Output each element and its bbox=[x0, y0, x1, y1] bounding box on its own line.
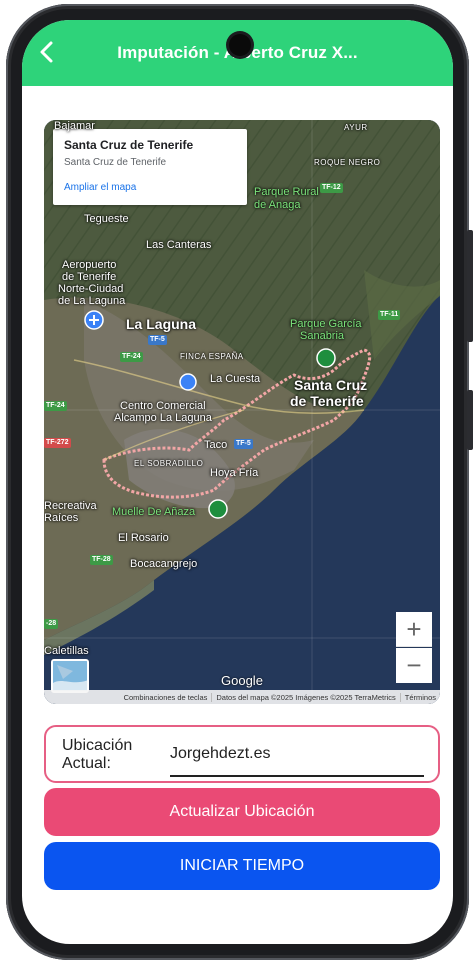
map-label: La Laguna bbox=[126, 316, 197, 332]
app-bar: Imputación - Alberto Cruz X... bbox=[22, 20, 453, 86]
info-card-title: Santa Cruz de Tenerife bbox=[64, 138, 194, 152]
zoom-in-button[interactable]: + bbox=[396, 612, 432, 647]
map-label: de Tenerife bbox=[62, 271, 117, 283]
update-location-button[interactable]: Actualizar Ubicación bbox=[44, 788, 440, 836]
volume-button bbox=[467, 230, 473, 342]
map-label: El Rosario bbox=[118, 532, 169, 544]
map-label: EL SOBRADILLO bbox=[134, 459, 204, 468]
road-sign: TF-11 bbox=[378, 310, 401, 320]
keyboard-shortcuts-link[interactable]: Combinaciones de teclas bbox=[120, 693, 212, 702]
phone-frame: Imputación - Alberto Cruz X... Santa Cru… bbox=[6, 4, 473, 960]
map-label: Tegueste bbox=[84, 213, 129, 225]
road-sign: TF-12 bbox=[320, 183, 343, 193]
map-label: Muelle De Añaza bbox=[112, 506, 196, 518]
road-sign: TF-28 bbox=[90, 555, 113, 565]
back-arrow-icon[interactable] bbox=[36, 38, 60, 66]
map-layer-thumbnail[interactable] bbox=[51, 659, 89, 693]
road-sign: TF-5 bbox=[148, 335, 167, 345]
map-label: Aeropuerto bbox=[62, 259, 117, 271]
map-label: Norte-Ciudad bbox=[58, 283, 124, 295]
map-label: Alcampo La Laguna bbox=[114, 412, 212, 424]
map-label: de La Laguna bbox=[58, 295, 126, 307]
satellite-layer-icon bbox=[53, 661, 87, 691]
map-label: Santa Cruz bbox=[294, 377, 368, 393]
power-button bbox=[467, 390, 473, 450]
map-label: FINCA ESPAÑA bbox=[180, 352, 244, 361]
map-label: de Tenerife bbox=[290, 393, 364, 409]
map-label: Caletillas bbox=[44, 645, 89, 657]
map-label: AYUR bbox=[344, 123, 368, 132]
screen: Imputación - Alberto Cruz X... Santa Cru… bbox=[22, 20, 453, 944]
road-sign: TF-272 bbox=[44, 438, 71, 448]
map-data-text: Datos del mapa ©2025 Imágenes ©2025 Terr… bbox=[211, 692, 399, 702]
road-sign: TF-24 bbox=[120, 352, 143, 362]
info-card-subtitle: Santa Cruz de Tenerife bbox=[64, 157, 167, 168]
location-input-underline bbox=[170, 775, 424, 777]
map-label: Sanabria bbox=[300, 330, 345, 342]
map-label: de Anaga bbox=[254, 199, 301, 211]
map-view[interactable]: Santa Cruz de Tenerife Santa Cruz de Ten… bbox=[44, 120, 440, 704]
google-logo: Google bbox=[221, 673, 263, 688]
map-label: Las Canteras bbox=[146, 239, 212, 251]
map-label: Bajamar bbox=[54, 120, 95, 132]
road-sign: -28 bbox=[44, 619, 59, 629]
enlarge-map-link[interactable]: Ampliar el mapa bbox=[64, 182, 236, 193]
map-label: Recreativa bbox=[44, 500, 97, 512]
map-label: Hoya Fría bbox=[210, 467, 259, 479]
location-card: Ubicación Actual: Jorgehdezt.es bbox=[44, 725, 440, 783]
front-camera bbox=[229, 34, 251, 56]
zoom-out-button[interactable]: − bbox=[396, 648, 432, 683]
map-label: Taco bbox=[204, 439, 228, 451]
terms-link[interactable]: Términos bbox=[399, 692, 440, 702]
location-input[interactable]: Jorgehdezt.es bbox=[170, 745, 271, 763]
map-label: ROQUE NEGRO bbox=[314, 158, 381, 167]
location-label: Ubicación Actual: bbox=[62, 737, 133, 772]
start-time-button[interactable]: INICIAR TIEMPO bbox=[44, 842, 440, 890]
road-sign: TF-24 bbox=[44, 401, 67, 411]
map-info-card: Santa Cruz de Tenerife Santa Cruz de Ten… bbox=[53, 129, 247, 205]
map-label: Parque García bbox=[290, 318, 362, 330]
map-label: Bocacangrejo bbox=[130, 558, 198, 570]
map-attribution: Combinaciones de teclas Datos del mapa ©… bbox=[44, 690, 440, 704]
map-label: La Cuesta bbox=[210, 373, 261, 385]
map-label: Parque Rural bbox=[254, 186, 319, 198]
road-sign: TF-5 bbox=[234, 439, 253, 449]
map-label: Raíces bbox=[44, 512, 79, 524]
map-label: Centro Comercial bbox=[120, 400, 206, 412]
map-terrain bbox=[44, 120, 440, 704]
